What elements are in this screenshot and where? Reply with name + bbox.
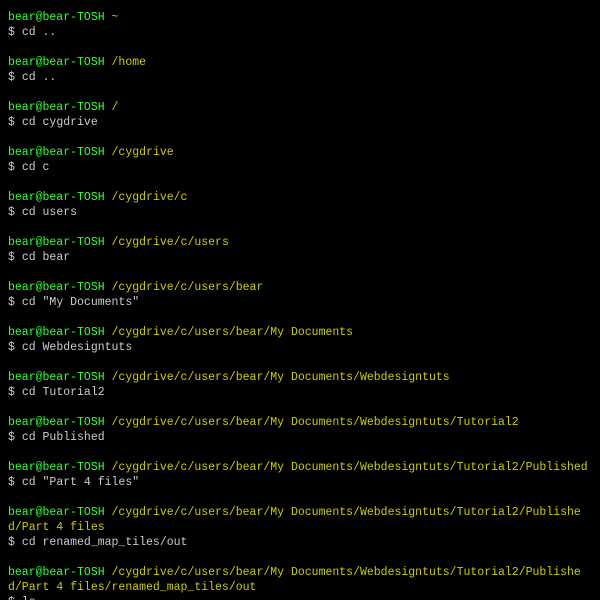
command-row: $ cd cygdrive xyxy=(8,115,592,130)
prompt-dollar: $ xyxy=(8,596,22,600)
command-text: cd users xyxy=(22,206,77,219)
blank-line xyxy=(8,130,592,145)
command-row: $ cd users xyxy=(8,205,592,220)
prompt-row: bear@bear-TOSH /cygdrive/c xyxy=(8,190,592,205)
command-text: cd "Part 4 files" xyxy=(22,476,139,489)
cwd-path: /cygdrive/c/users/bear/My Documents/Webd… xyxy=(112,461,588,474)
prompt-dollar: $ xyxy=(8,206,22,219)
command-text: cd Published xyxy=(22,431,105,444)
command-row: $ cd "My Documents" xyxy=(8,295,592,310)
prompt-dollar: $ xyxy=(8,431,22,444)
prompt-row: bear@bear-TOSH /cygdrive/c/users/bear xyxy=(8,280,592,295)
user-host: bear@bear-TOSH xyxy=(8,101,105,114)
user-host: bear@bear-TOSH xyxy=(8,416,105,429)
command-row: $ ls xyxy=(8,595,592,600)
command-row: $ cd c xyxy=(8,160,592,175)
blank-line xyxy=(8,85,592,100)
prompt-dollar: $ xyxy=(8,296,22,309)
cwd-path: /cygdrive/c/users/bear xyxy=(112,281,264,294)
prompt-row: bear@bear-TOSH /cygdrive/c/users/bear/My… xyxy=(8,460,592,475)
command-text: cd Tutorial2 xyxy=(22,386,105,399)
command-text: cd .. xyxy=(22,26,57,39)
command-row: $ cd renamed_map_tiles/out xyxy=(8,535,592,550)
blank-line xyxy=(8,445,592,460)
terminal-window[interactable]: bear@bear-TOSH ~$ cd ..bear@bear-TOSH /h… xyxy=(0,0,600,600)
prompt-row: bear@bear-TOSH /home xyxy=(8,55,592,70)
user-host: bear@bear-TOSH xyxy=(8,506,105,519)
prompt-dollar: $ xyxy=(8,251,22,264)
prompt-dollar: $ xyxy=(8,71,22,84)
blank-line xyxy=(8,355,592,370)
cwd-path: /cygdrive xyxy=(112,146,174,159)
command-text: ls xyxy=(22,596,36,600)
prompt-dollar: $ xyxy=(8,26,22,39)
prompt-dollar: $ xyxy=(8,386,22,399)
prompt-row: bear@bear-TOSH /cygdrive/c/users/bear/My… xyxy=(8,505,592,535)
command-row: $ cd Tutorial2 xyxy=(8,385,592,400)
user-host: bear@bear-TOSH xyxy=(8,146,105,159)
user-host: bear@bear-TOSH xyxy=(8,461,105,474)
blank-line xyxy=(8,550,592,565)
prompt-dollar: $ xyxy=(8,116,22,129)
prompt-row: bear@bear-TOSH / xyxy=(8,100,592,115)
cwd-path: /cygdrive/c xyxy=(112,191,188,204)
user-host: bear@bear-TOSH xyxy=(8,566,105,579)
command-row: $ cd .. xyxy=(8,70,592,85)
prompt-dollar: $ xyxy=(8,341,22,354)
command-row: $ cd .. xyxy=(8,25,592,40)
user-host: bear@bear-TOSH xyxy=(8,371,105,384)
prompt-row: bear@bear-TOSH /cygdrive/c/users/bear/My… xyxy=(8,565,592,595)
cwd-path: ~ xyxy=(112,11,119,24)
prompt-row: bear@bear-TOSH /cygdrive/c/users/bear/My… xyxy=(8,415,592,430)
command-text: cd "My Documents" xyxy=(22,296,139,309)
command-text: cd cygdrive xyxy=(22,116,98,129)
blank-line xyxy=(8,490,592,505)
user-host: bear@bear-TOSH xyxy=(8,56,105,69)
cwd-path: /cygdrive/c/users/bear/My Documents/Webd… xyxy=(112,416,519,429)
cwd-path: /cygdrive/c/users xyxy=(112,236,229,249)
blank-line xyxy=(8,40,592,55)
command-text: cd .. xyxy=(22,71,57,84)
user-host: bear@bear-TOSH xyxy=(8,281,105,294)
prompt-row: bear@bear-TOSH /cygdrive xyxy=(8,145,592,160)
blank-line xyxy=(8,220,592,235)
cwd-path: /cygdrive/c/users/bear/My Documents/Webd… xyxy=(112,371,450,384)
command-text: cd renamed_map_tiles/out xyxy=(22,536,188,549)
prompt-dollar: $ xyxy=(8,536,22,549)
prompt-row: bear@bear-TOSH /cygdrive/c/users xyxy=(8,235,592,250)
cwd-path: / xyxy=(112,101,119,114)
prompt-dollar: $ xyxy=(8,161,22,174)
blank-line xyxy=(8,265,592,280)
blank-line xyxy=(8,310,592,325)
command-text: cd Webdesigntuts xyxy=(22,341,132,354)
command-text: cd c xyxy=(22,161,50,174)
user-host: bear@bear-TOSH xyxy=(8,11,105,24)
command-row: $ cd Webdesigntuts xyxy=(8,340,592,355)
prompt-row: bear@bear-TOSH /cygdrive/c/users/bear/My… xyxy=(8,325,592,340)
blank-line xyxy=(8,400,592,415)
prompt-row: bear@bear-TOSH /cygdrive/c/users/bear/My… xyxy=(8,370,592,385)
blank-line xyxy=(8,175,592,190)
command-text: cd bear xyxy=(22,251,70,264)
prompt-dollar: $ xyxy=(8,476,22,489)
user-host: bear@bear-TOSH xyxy=(8,191,105,204)
user-host: bear@bear-TOSH xyxy=(8,236,105,249)
cwd-path: /cygdrive/c/users/bear/My Documents xyxy=(112,326,354,339)
command-row: $ cd Published xyxy=(8,430,592,445)
command-row: $ cd bear xyxy=(8,250,592,265)
cwd-path: /home xyxy=(112,56,147,69)
command-row: $ cd "Part 4 files" xyxy=(8,475,592,490)
prompt-row: bear@bear-TOSH ~ xyxy=(8,10,592,25)
user-host: bear@bear-TOSH xyxy=(8,326,105,339)
